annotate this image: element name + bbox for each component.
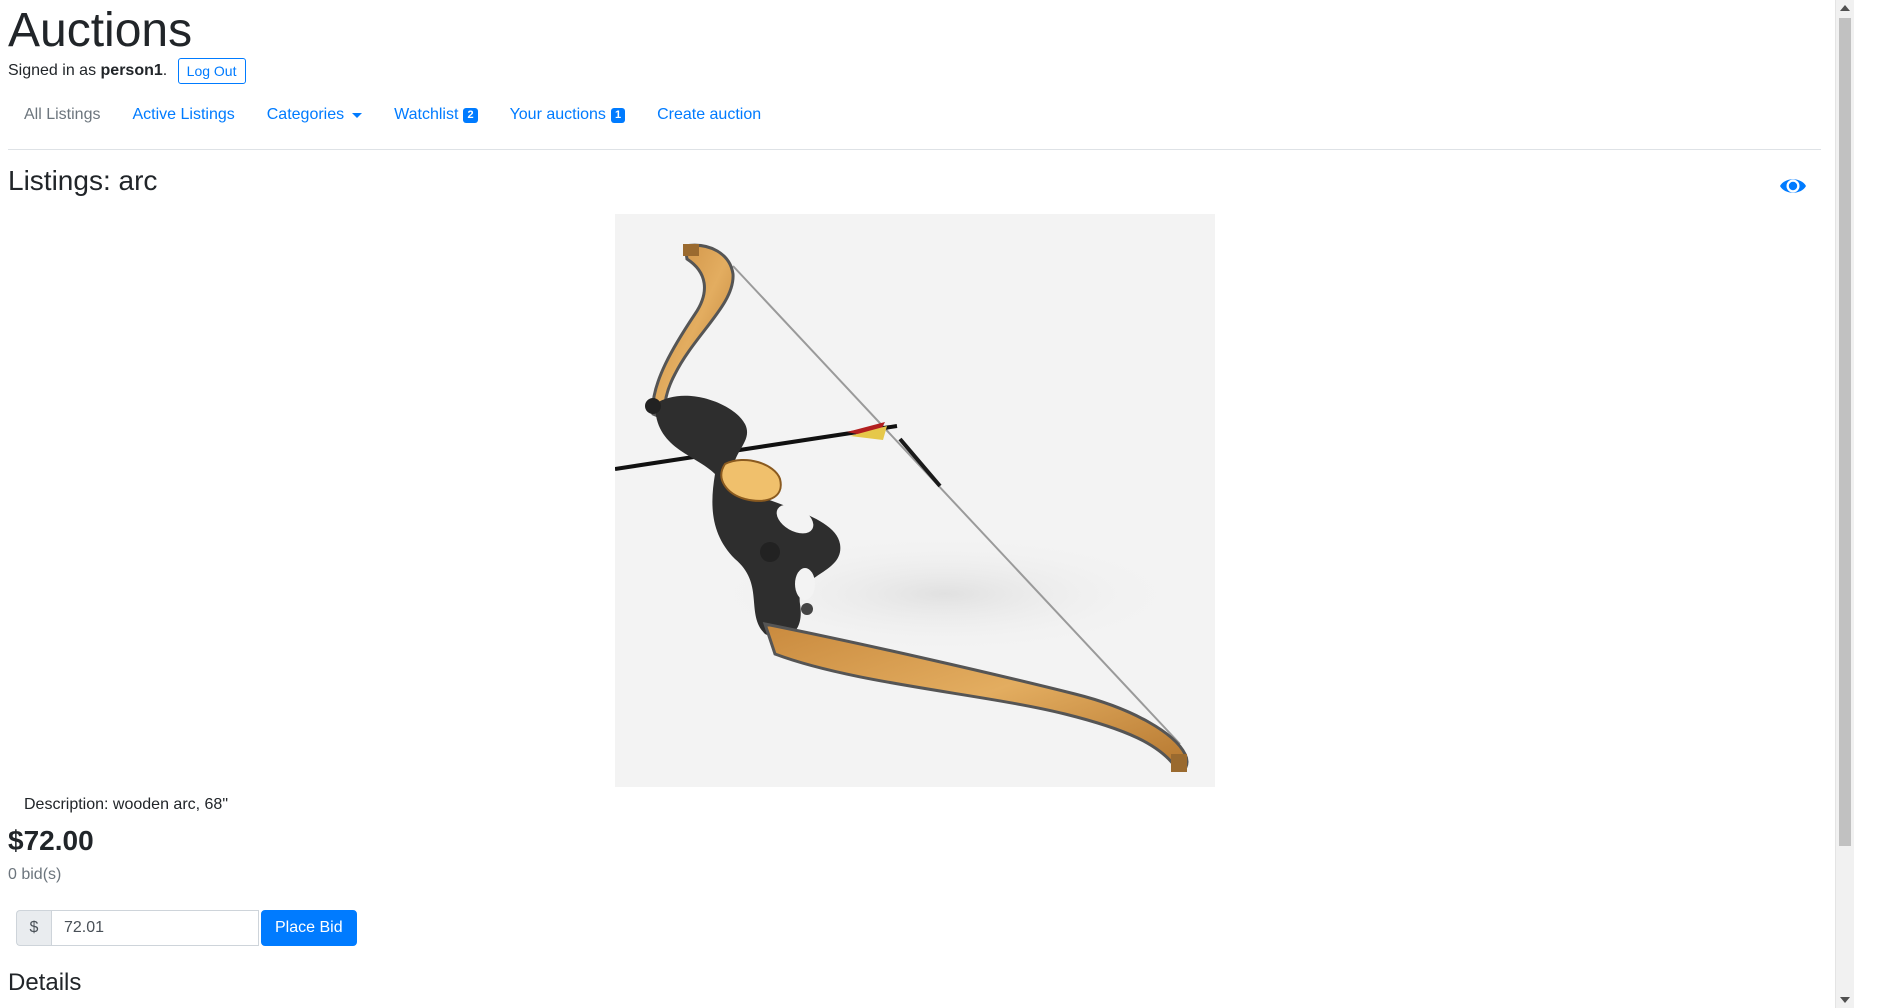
nav-all-listings[interactable]: All Listings xyxy=(8,100,116,130)
listing-description: Description: wooden arc, 68" xyxy=(24,796,229,813)
listing-image xyxy=(614,214,1215,787)
eye-icon xyxy=(1780,179,1806,193)
nav-active-listings-label: Active Listings xyxy=(132,106,235,123)
signed-in-suffix: . xyxy=(162,62,168,80)
bid-amount-input[interactable] xyxy=(51,910,259,946)
scroll-down-icon[interactable] xyxy=(1840,997,1850,1003)
details-heading: Details xyxy=(8,969,82,996)
bow-and-arrow-image xyxy=(614,243,1189,772)
nav-all-listings-label: All Listings xyxy=(24,106,101,123)
listing-title: Listings: arc xyxy=(8,165,158,196)
nav-categories-dropdown[interactable]: Categories xyxy=(251,100,378,130)
place-bid-button[interactable]: Place Bid xyxy=(261,910,357,946)
nav-watchlist-label: Watchlist xyxy=(394,106,459,123)
nav-categories-label: Categories xyxy=(266,106,345,123)
nav-your-auctions[interactable]: Your auctions 1 xyxy=(494,100,642,130)
bid-count: 0 bid(s) xyxy=(8,866,62,883)
username: person1 xyxy=(100,62,163,80)
watchlist-count-badge: 2 xyxy=(463,107,478,123)
nav-active-listings[interactable]: Active Listings xyxy=(116,100,250,130)
scroll-up-icon[interactable] xyxy=(1840,5,1850,11)
signed-in-status: Signed in as person1. Log Out xyxy=(8,58,246,84)
nav-divider xyxy=(8,149,1821,150)
currency-prefix: $ xyxy=(16,910,51,946)
watchlist-toggle-button[interactable] xyxy=(1778,174,1808,198)
main-nav: All Listings Active Listings Categories … xyxy=(8,100,777,130)
scrollbar-track[interactable] xyxy=(1835,0,1854,1008)
scrollbar-thumb[interactable] xyxy=(1839,18,1851,846)
caret-down-icon xyxy=(352,112,363,118)
nav-create-auction-label: Create auction xyxy=(657,106,762,123)
logout-button[interactable]: Log Out xyxy=(177,58,246,84)
nav-watchlist[interactable]: Watchlist 2 xyxy=(378,100,493,130)
signed-in-prefix: Signed in as xyxy=(8,62,101,80)
bid-form: $ Place Bid xyxy=(16,910,357,946)
your-auctions-count-badge: 1 xyxy=(610,107,626,123)
site-title: Auctions xyxy=(8,4,193,57)
nav-your-auctions-label: Your auctions xyxy=(509,106,606,123)
listing-price: $72.00 xyxy=(8,825,94,856)
page: Auctions Signed in as person1. Log Out A… xyxy=(0,0,1835,1008)
nav-create-auction[interactable]: Create auction xyxy=(641,100,777,130)
vertical-scrollbar[interactable] xyxy=(1835,0,1883,1008)
